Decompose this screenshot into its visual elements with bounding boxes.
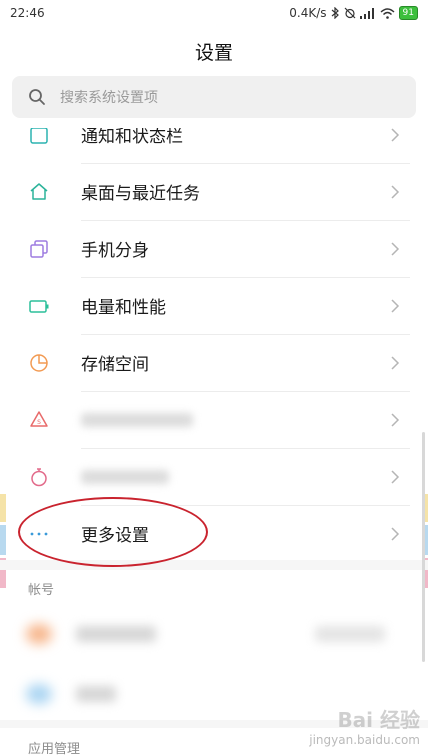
settings-item-notifications[interactable]: 通知和状态栏 bbox=[0, 128, 428, 163]
alarm-off-icon bbox=[344, 7, 355, 19]
settings-item-label: 电量和性能 bbox=[81, 298, 166, 318]
settings-item-label-redacted bbox=[81, 412, 193, 427]
section-header-app-management: 应用管理 bbox=[28, 742, 81, 755]
settings-item-label-redacted bbox=[81, 469, 169, 484]
account-value-redacted bbox=[315, 626, 385, 642]
account-avatar-icon bbox=[26, 624, 52, 644]
watermark: Bai 经验 jingyan.baidu.com bbox=[309, 704, 420, 747]
clock: 22:46 bbox=[10, 6, 45, 20]
svg-text:S: S bbox=[37, 419, 41, 426]
battery-icon bbox=[29, 299, 49, 313]
second-space-icon bbox=[30, 239, 48, 258]
home-icon bbox=[30, 182, 48, 200]
settings-item-label: 通知和状态栏 bbox=[81, 128, 183, 147]
status-bar: 22:46 0.4K/s 91 bbox=[0, 0, 428, 26]
settings-item-more[interactable]: 更多设置 bbox=[0, 505, 428, 560]
watermark-brand: Bai 经验 bbox=[337, 708, 420, 732]
account-name-redacted bbox=[76, 686, 116, 702]
settings-item-timer[interactable] bbox=[0, 448, 428, 505]
settings-list[interactable]: 通知和状态栏 桌面与最近任务 手机分身 电量和性能 存储空间 S 更多设置 bbox=[0, 128, 428, 560]
search-input[interactable]: 搜索系统设置项 bbox=[12, 76, 416, 118]
more-icon bbox=[30, 532, 48, 535]
storage-icon bbox=[30, 353, 48, 372]
chevron-right-icon bbox=[391, 241, 400, 256]
bluetooth-icon bbox=[331, 7, 339, 19]
section-header-account: 帐号 bbox=[28, 583, 55, 598]
chevron-right-icon bbox=[391, 298, 400, 313]
chevron-right-icon bbox=[391, 184, 400, 199]
section-separator bbox=[0, 560, 428, 570]
chevron-right-icon bbox=[391, 355, 400, 370]
settings-item-second-space[interactable]: 手机分身 bbox=[0, 220, 428, 277]
signal-icon bbox=[359, 7, 374, 19]
settings-item-label: 存储空间 bbox=[81, 355, 149, 375]
chevron-right-icon bbox=[391, 469, 400, 484]
search-icon bbox=[29, 89, 45, 105]
wifi-icon bbox=[380, 7, 395, 19]
security-icon: S bbox=[30, 410, 48, 427]
edge-strip bbox=[0, 494, 6, 522]
cloud-icon bbox=[26, 684, 52, 704]
edge-strip bbox=[0, 525, 6, 555]
settings-item-security[interactable]: S bbox=[0, 391, 428, 448]
notification-icon bbox=[30, 128, 48, 144]
chevron-right-icon bbox=[391, 128, 400, 142]
settings-item-label: 更多设置 bbox=[81, 526, 149, 546]
status-indicators: 0.4K/s 91 bbox=[289, 6, 418, 20]
battery-indicator: 91 bbox=[398, 6, 418, 20]
account-item-redacted[interactable] bbox=[0, 604, 428, 664]
watermark-url: jingyan.baidu.com bbox=[309, 733, 420, 747]
settings-item-battery[interactable]: 电量和性能 bbox=[0, 277, 428, 334]
scrollbar[interactable] bbox=[422, 432, 425, 662]
account-name-redacted bbox=[76, 626, 156, 642]
chevron-right-icon bbox=[391, 526, 400, 541]
page-title: 设置 bbox=[194, 42, 233, 64]
chevron-right-icon bbox=[391, 412, 400, 427]
settings-item-label: 桌面与最近任务 bbox=[81, 184, 200, 204]
search-placeholder: 搜索系统设置项 bbox=[60, 90, 158, 106]
network-speed: 0.4K/s bbox=[289, 6, 327, 20]
settings-item-storage[interactable]: 存储空间 bbox=[0, 334, 428, 391]
settings-item-label: 手机分身 bbox=[81, 241, 149, 261]
timer-icon bbox=[31, 467, 47, 486]
settings-item-home[interactable]: 桌面与最近任务 bbox=[0, 163, 428, 220]
